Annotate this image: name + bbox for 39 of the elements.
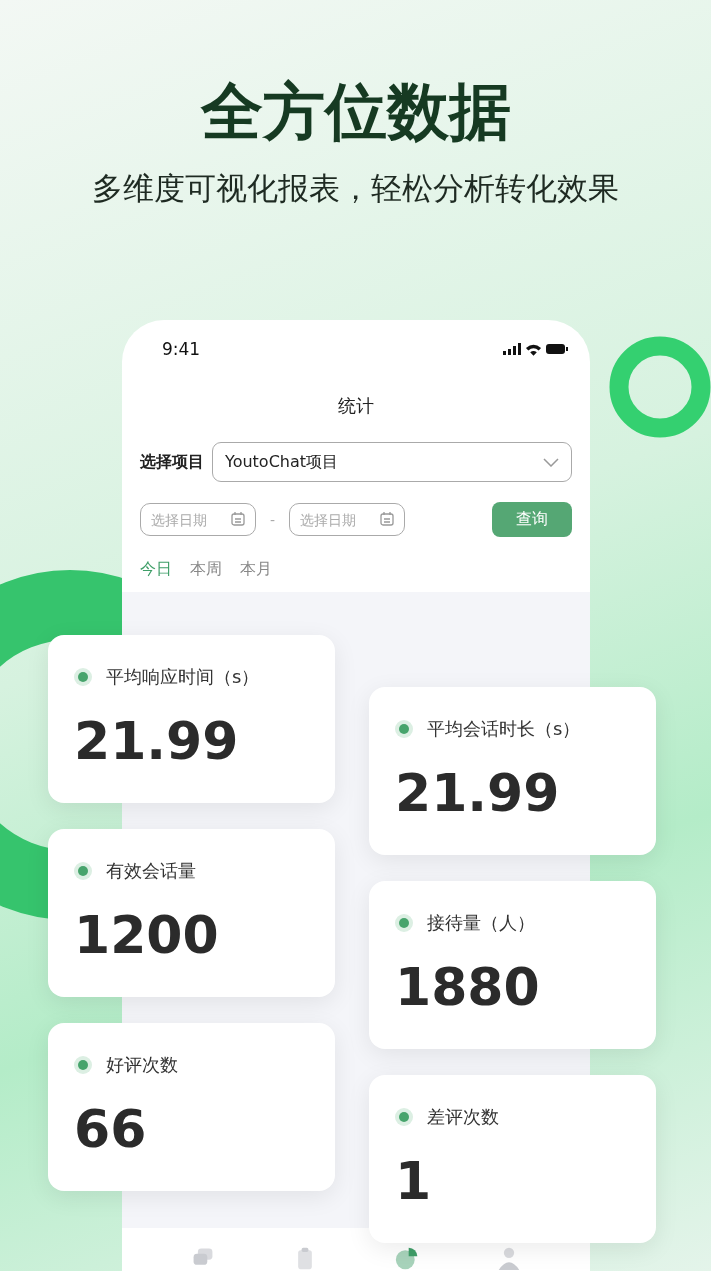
chevron-down-icon [543,457,559,467]
wifi-icon [525,342,542,356]
period-tab[interactable]: 本月 [240,559,272,580]
dot-icon [395,914,413,932]
headline: 全方位数据 [199,74,512,150]
stat-value: 1 [395,1151,433,1211]
calendar-icon[interactable] [379,511,396,527]
dot-icon [74,1056,92,1074]
stat-label: 平均响应时间（s） [106,665,260,689]
calendar-icon[interactable] [230,511,246,527]
stat-label: 接待量（人） [427,911,535,935]
stat-value: 21.99 [395,763,561,823]
query-button[interactable]: 查询 [492,502,572,537]
stat-value: 1200 [74,905,220,965]
date-separator: - [270,511,276,528]
pie-icon[interactable] [395,1246,419,1270]
battery-icon [546,344,568,354]
dot-icon [395,1108,413,1126]
project-select[interactable]: YoutoChat项目 [212,442,572,482]
person-icon[interactable] [497,1246,521,1270]
dot-icon [395,720,413,738]
stat-label: 差评次数 [427,1105,499,1129]
status-time: 9:41 [162,339,201,359]
dot-icon [74,862,92,880]
period-tab[interactable]: 今日 [140,559,172,580]
period-tab[interactable]: 本周 [190,559,222,580]
project-label: 选择项目 [140,451,204,473]
stat-label: 平均会话时长（s） [427,717,581,741]
stat-value: 1880 [395,957,541,1017]
stat-value: 66 [74,1099,148,1159]
stat-label: 好评次数 [106,1053,178,1077]
stat-value: 21.99 [74,711,240,771]
date-field[interactable]: 选择日期 [289,503,406,536]
subheadline: 多维度可视化报表，轻松分析转化效果 [91,169,620,208]
signal-icon [503,342,521,356]
dot-icon [74,668,92,686]
date-field[interactable]: 选择日期 [140,503,256,536]
stat-label: 有效会话量 [106,859,196,883]
screen-title: 统计 [337,394,375,418]
